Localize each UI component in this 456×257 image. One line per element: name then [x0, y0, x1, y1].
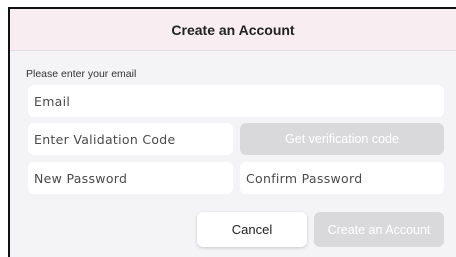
new-password-input[interactable]: [28, 162, 233, 194]
get-verification-code-button[interactable]: Get verification code: [240, 123, 444, 155]
create-account-button[interactable]: Create an Account: [314, 212, 444, 247]
create-account-dialog: Create an Account Please enter your emai…: [8, 7, 456, 257]
cancel-button[interactable]: Cancel: [197, 212, 307, 247]
email-input[interactable]: [28, 85, 444, 117]
email-prompt: Please enter your email: [26, 68, 137, 80]
confirm-password-input[interactable]: [240, 162, 444, 194]
dialog-title: Create an Account: [10, 9, 456, 51]
validation-code-input[interactable]: [28, 123, 233, 155]
